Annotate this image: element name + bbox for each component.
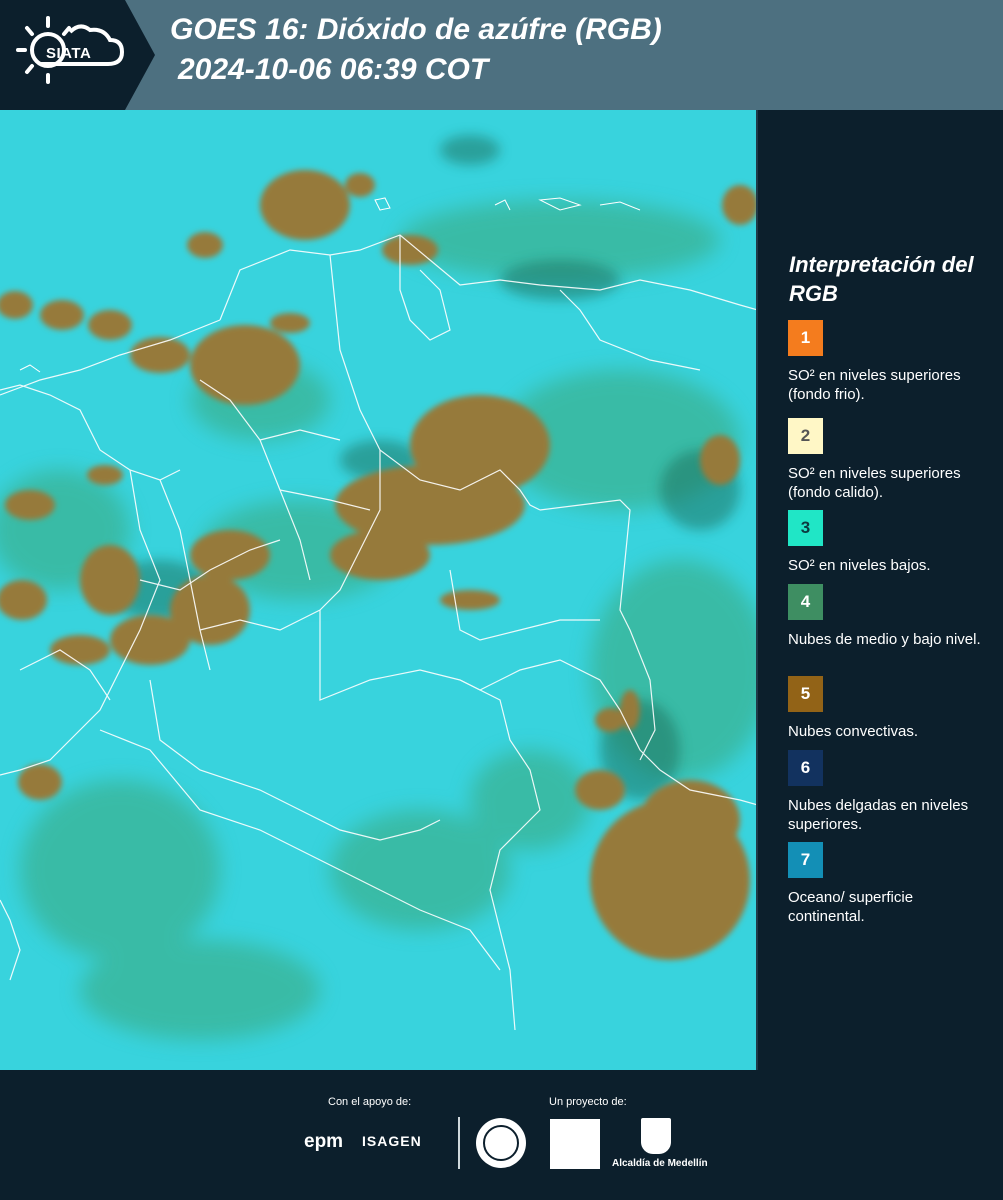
legend-swatch: 6	[788, 750, 823, 786]
footer-divider	[458, 1117, 460, 1169]
legend-swatch: 5	[788, 676, 823, 712]
legend-item-3: 3 SO² en niveles bajos.	[788, 510, 988, 575]
legend-swatch: 3	[788, 510, 823, 546]
legend-item-4: 4 Nubes de medio y bajo nivel.	[788, 584, 988, 649]
legend-label: Nubes delgadas en niveles superiores.	[788, 797, 969, 833]
medellin-seal-logo	[476, 1118, 526, 1168]
legend-panel: Interpretación del RGB 1 SO² en niveles …	[760, 110, 1003, 1070]
siata-logo: SIATA	[0, 0, 155, 110]
legend-item-5: 5 Nubes convectivas.	[788, 676, 988, 741]
legend-label: Nubes convectivas.	[788, 723, 919, 740]
legend-label: Nubes de medio y bajo nivel.	[788, 631, 981, 648]
legend-label: Oceano/ superficie continental.	[788, 889, 914, 925]
project-label: Un proyecto de:	[549, 1096, 627, 1108]
legend-swatch: 4	[788, 584, 823, 620]
legend-item-6: 6 Nubes delgadas en niveles superiores.	[788, 750, 988, 834]
legend-swatch: 7	[788, 842, 823, 878]
epm-logo: epm	[304, 1131, 344, 1152]
legend-item-1: 1 SO² en niveles superiores (fondo frio)…	[788, 320, 988, 404]
footer: Con el apoyo de: Un proyecto de: epm ISA…	[0, 1070, 1003, 1200]
medellin-shield-logo	[641, 1118, 671, 1154]
area-metropolitana-logo	[550, 1119, 600, 1169]
alcaldia-label: Alcaldía de Medellín	[612, 1158, 708, 1169]
legend-item-7: 7 Oceano/ superficie continental.	[788, 842, 988, 926]
support-label: Con el apoyo de:	[328, 1096, 412, 1108]
satellite-map	[0, 110, 758, 1070]
isagen-logo: ISAGEN	[362, 1133, 422, 1149]
page-timestamp: 2024-10-06 06:39 COT	[178, 53, 489, 86]
legend-label: SO² en niveles bajos.	[788, 557, 931, 574]
legend-swatch: 1	[788, 320, 823, 356]
legend-item-2: 2 SO² en niveles superiores (fondo calid…	[788, 418, 988, 514]
legend-title: Interpretación del RGB	[789, 252, 974, 306]
page-title: GOES 16: Dióxido de azúfre (RGB)	[170, 13, 662, 46]
header-bar: SIATA GOES 16: Dióxido de azúfre (RGB) 2…	[0, 0, 1003, 110]
legend-label: SO² en niveles superiores (fondo frio).	[788, 367, 961, 403]
legend-label: SO² en niveles superiores (fondo calido)…	[788, 465, 961, 501]
legend-swatch: 2	[788, 418, 823, 454]
siata-logo-text: SIATA	[46, 45, 92, 62]
